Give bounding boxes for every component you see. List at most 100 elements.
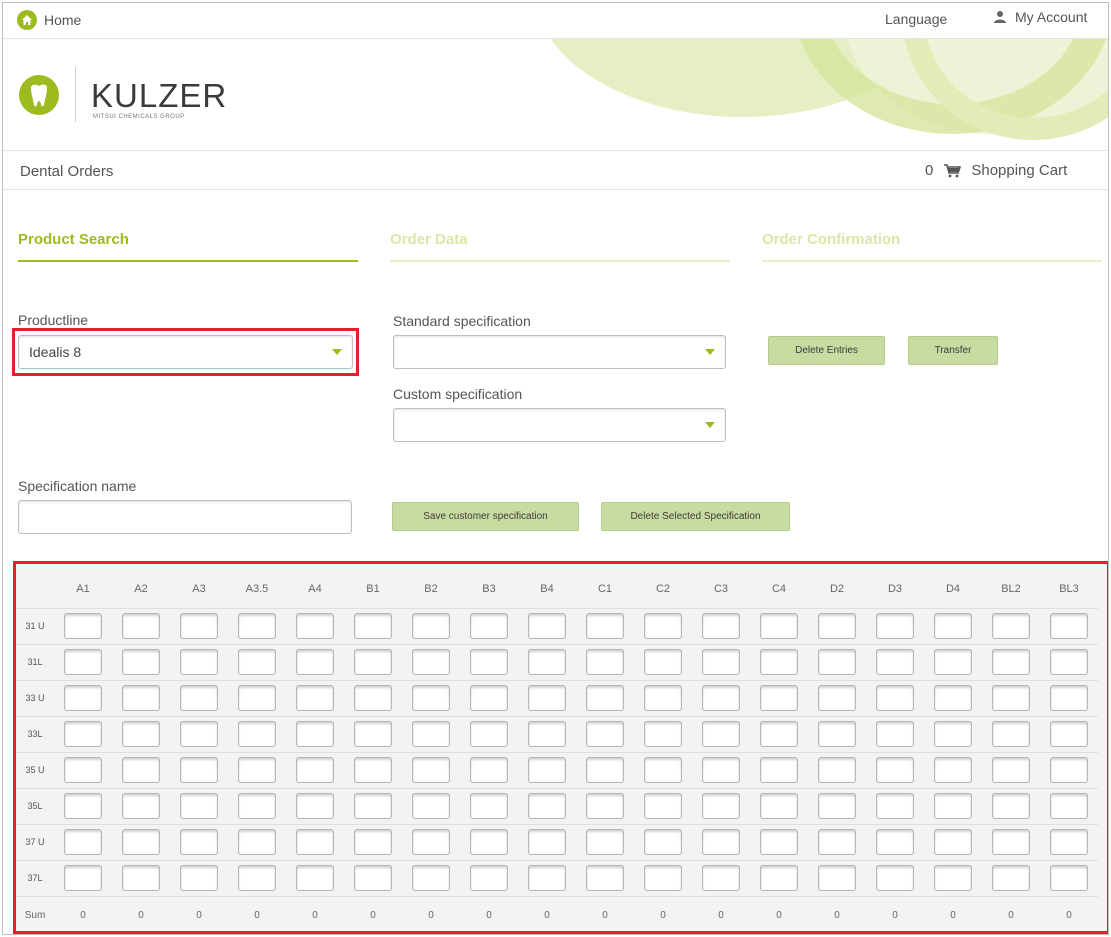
quantity-input[interactable] <box>992 649 1030 675</box>
quantity-input[interactable] <box>934 793 972 819</box>
quantity-input[interactable] <box>644 613 682 639</box>
quantity-input[interactable] <box>354 793 392 819</box>
quantity-input[interactable] <box>470 685 508 711</box>
quantity-input[interactable] <box>644 829 682 855</box>
shopping-cart-link[interactable]: 0 Shopping Cart <box>925 162 1067 179</box>
quantity-input[interactable] <box>238 685 276 711</box>
quantity-input[interactable] <box>934 613 972 639</box>
spec-name-input[interactable] <box>18 500 352 534</box>
quantity-input[interactable] <box>296 757 334 783</box>
quantity-input[interactable] <box>586 865 624 891</box>
quantity-input[interactable] <box>412 721 450 747</box>
standard-spec-select[interactable] <box>393 335 726 369</box>
quantity-input[interactable] <box>934 685 972 711</box>
home-link[interactable]: Home <box>17 10 81 30</box>
quantity-input[interactable] <box>354 865 392 891</box>
quantity-input[interactable] <box>1050 757 1088 783</box>
quantity-input[interactable] <box>296 685 334 711</box>
quantity-input[interactable] <box>412 793 450 819</box>
my-account-link[interactable]: My Account <box>993 9 1087 25</box>
quantity-input[interactable] <box>354 721 392 747</box>
quantity-input[interactable] <box>934 721 972 747</box>
quantity-input[interactable] <box>760 829 798 855</box>
quantity-input[interactable] <box>64 865 102 891</box>
quantity-input[interactable] <box>180 721 218 747</box>
quantity-input[interactable] <box>238 757 276 783</box>
step-order-confirmation[interactable]: Order Confirmation <box>762 231 900 248</box>
quantity-input[interactable] <box>470 793 508 819</box>
quantity-input[interactable] <box>180 757 218 783</box>
quantity-input[interactable] <box>64 685 102 711</box>
quantity-input[interactable] <box>760 649 798 675</box>
quantity-input[interactable] <box>586 649 624 675</box>
quantity-input[interactable] <box>238 829 276 855</box>
quantity-input[interactable] <box>1050 685 1088 711</box>
quantity-input[interactable] <box>470 721 508 747</box>
quantity-input[interactable] <box>528 685 566 711</box>
quantity-input[interactable] <box>934 757 972 783</box>
quantity-input[interactable] <box>818 793 856 819</box>
quantity-input[interactable] <box>238 865 276 891</box>
quantity-input[interactable] <box>934 829 972 855</box>
delete-selected-spec-button[interactable]: Delete Selected Specification <box>601 502 790 531</box>
quantity-input[interactable] <box>180 649 218 675</box>
quantity-input[interactable] <box>1050 865 1088 891</box>
quantity-input[interactable] <box>412 865 450 891</box>
productline-select[interactable]: Idealis 8 <box>18 335 353 369</box>
quantity-input[interactable] <box>876 649 914 675</box>
quantity-input[interactable] <box>470 613 508 639</box>
quantity-input[interactable] <box>992 793 1030 819</box>
quantity-input[interactable] <box>818 613 856 639</box>
quantity-input[interactable] <box>528 757 566 783</box>
quantity-input[interactable] <box>586 685 624 711</box>
quantity-input[interactable] <box>1050 829 1088 855</box>
quantity-input[interactable] <box>992 721 1030 747</box>
quantity-input[interactable] <box>1050 613 1088 639</box>
quantity-input[interactable] <box>876 865 914 891</box>
quantity-input[interactable] <box>818 649 856 675</box>
quantity-input[interactable] <box>528 793 566 819</box>
quantity-input[interactable] <box>296 829 334 855</box>
quantity-input[interactable] <box>412 757 450 783</box>
quantity-input[interactable] <box>122 757 160 783</box>
quantity-input[interactable] <box>644 865 682 891</box>
quantity-input[interactable] <box>296 793 334 819</box>
quantity-input[interactable] <box>412 649 450 675</box>
quantity-input[interactable] <box>238 721 276 747</box>
quantity-input[interactable] <box>702 757 740 783</box>
quantity-input[interactable] <box>586 721 624 747</box>
quantity-input[interactable] <box>296 613 334 639</box>
quantity-input[interactable] <box>470 757 508 783</box>
quantity-input[interactable] <box>644 649 682 675</box>
quantity-input[interactable] <box>354 649 392 675</box>
quantity-input[interactable] <box>64 757 102 783</box>
quantity-input[interactable] <box>992 613 1030 639</box>
quantity-input[interactable] <box>412 829 450 855</box>
quantity-input[interactable] <box>470 829 508 855</box>
quantity-input[interactable] <box>876 613 914 639</box>
quantity-input[interactable] <box>818 829 856 855</box>
quantity-input[interactable] <box>180 613 218 639</box>
quantity-input[interactable] <box>180 793 218 819</box>
quantity-input[interactable] <box>180 685 218 711</box>
quantity-input[interactable] <box>760 865 798 891</box>
quantity-input[interactable] <box>528 613 566 639</box>
quantity-input[interactable] <box>760 721 798 747</box>
quantity-input[interactable] <box>470 649 508 675</box>
quantity-input[interactable] <box>296 865 334 891</box>
quantity-input[interactable] <box>1050 721 1088 747</box>
quantity-input[interactable] <box>64 613 102 639</box>
quantity-input[interactable] <box>412 613 450 639</box>
quantity-input[interactable] <box>122 829 160 855</box>
quantity-input[interactable] <box>876 829 914 855</box>
quantity-input[interactable] <box>180 865 218 891</box>
step-order-data[interactable]: Order Data <box>390 231 468 248</box>
quantity-input[interactable] <box>586 793 624 819</box>
quantity-input[interactable] <box>412 685 450 711</box>
quantity-input[interactable] <box>818 685 856 711</box>
quantity-input[interactable] <box>64 721 102 747</box>
quantity-input[interactable] <box>64 829 102 855</box>
quantity-input[interactable] <box>702 685 740 711</box>
quantity-input[interactable] <box>122 721 160 747</box>
quantity-input[interactable] <box>122 613 160 639</box>
